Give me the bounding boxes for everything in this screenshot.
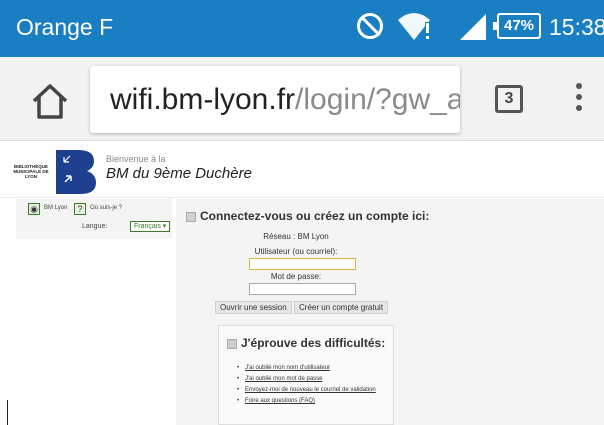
welcome-text: Bienvenue à la bbox=[106, 154, 166, 164]
clock: 15:38 bbox=[549, 14, 604, 40]
left-edge-divider bbox=[7, 400, 8, 425]
overflow-menu-icon[interactable] bbox=[574, 83, 584, 117]
help-box: J'éprouve des difficultés: J'ai oublié m… bbox=[218, 325, 394, 425]
login-heading: Connectez-vous ou créez un compte ici: bbox=[186, 209, 429, 223]
faq-link[interactable]: Foire aux questions (FAQ) bbox=[237, 397, 387, 406]
battery-icon: 47% bbox=[493, 13, 541, 39]
globe-icon[interactable]: ◉ bbox=[28, 203, 40, 215]
tabs-icon[interactable]: 3 bbox=[495, 85, 523, 113]
help-list: J'ai oublié mon nom d'utilisateur J'ai o… bbox=[237, 364, 387, 408]
network-label: Réseau : BM Lyon bbox=[263, 232, 329, 241]
password-label: Mot de passe: bbox=[270, 272, 322, 281]
do-not-disturb-icon bbox=[357, 13, 383, 39]
login-panel: Connectez-vous ou créez un compte ici: R… bbox=[176, 199, 604, 425]
section-icon bbox=[186, 211, 196, 222]
forgot-username-link[interactable]: J'ai oublié mon nom d'utilisateur bbox=[237, 364, 387, 373]
url-host: wifi.bm-lyon.fr bbox=[110, 83, 296, 116]
carrier-name: Orange F bbox=[16, 14, 114, 40]
home-icon[interactable] bbox=[30, 81, 70, 121]
library-name: BIBLIOTHÈQUE MUNICIPALE DE LYON bbox=[13, 164, 49, 179]
signal-icon bbox=[460, 14, 486, 40]
username-field[interactable] bbox=[249, 258, 356, 270]
url-path: /login/?gw_ac bbox=[295, 83, 460, 116]
password-field[interactable] bbox=[249, 283, 356, 295]
library-logo bbox=[56, 150, 96, 194]
help-heading: J'éprouve des difficultés: bbox=[227, 336, 385, 350]
help-question-icon[interactable]: ? bbox=[74, 203, 86, 215]
section-icon bbox=[227, 338, 237, 349]
create-account-button[interactable]: Créer un compte gratuit bbox=[294, 301, 389, 314]
site-header: BIBLIOTHÈQUE MUNICIPALE DE LYON Bienvenu… bbox=[0, 142, 604, 198]
web-page: BIBLIOTHÈQUE MUNICIPALE DE LYON Bienvenu… bbox=[0, 142, 604, 425]
resend-validation-link[interactable]: Envoyez-moi de nouveau le courriel de va… bbox=[237, 386, 387, 395]
url-bar[interactable]: wifi.bm-lyon.fr/login/?gw_ac bbox=[90, 66, 460, 133]
bm-lyon-link[interactable]: BM Lyon bbox=[44, 205, 67, 211]
status-bar: Orange F 47% 15:38 bbox=[0, 0, 604, 57]
open-session-button[interactable]: Ouvrir une session bbox=[215, 301, 292, 314]
site-title: BM du 9ème Duchère bbox=[106, 165, 252, 182]
sidebar: ◉ BM Lyon ? Où suis-je ? Langue: Françai… bbox=[16, 199, 172, 239]
where-am-i-link[interactable]: Où suis-je ? bbox=[90, 205, 122, 211]
language-select[interactable]: Français ▾ bbox=[130, 221, 171, 232]
username-label: Utilisateur (ou courriel): bbox=[254, 247, 338, 256]
browser-toolbar: wifi.bm-lyon.fr/login/?gw_ac 3 bbox=[0, 57, 604, 141]
wifi-alert-icon bbox=[398, 13, 430, 40]
language-label: Langue: bbox=[82, 223, 108, 230]
forgot-password-link[interactable]: J'ai oublié mon mot de passe bbox=[237, 375, 387, 384]
